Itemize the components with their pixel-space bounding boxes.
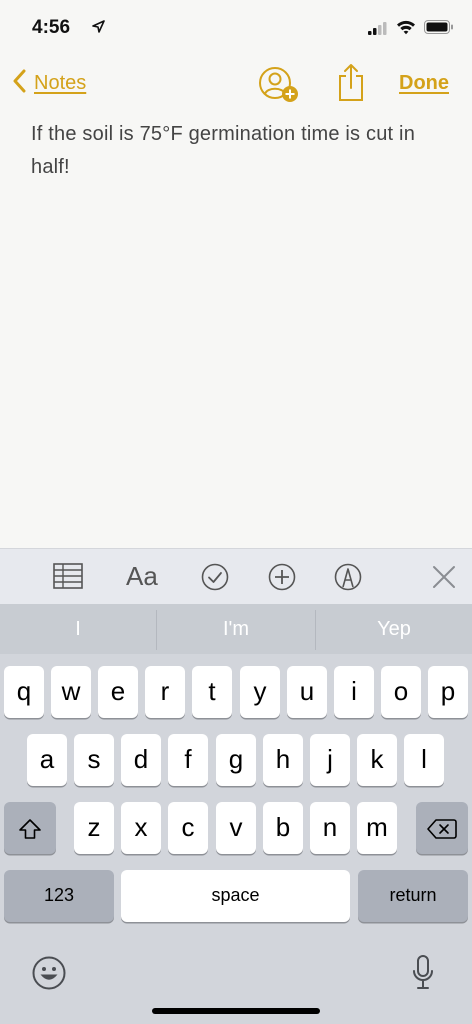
- shift-arrow-icon: [18, 812, 42, 842]
- delete-key[interactable]: [416, 802, 468, 854]
- key-w[interactable]: w: [51, 666, 91, 718]
- text-format-button[interactable]: Aa: [126, 561, 158, 592]
- format-toolbar: Aa: [0, 548, 472, 605]
- suggestion-item[interactable]: I: [0, 604, 156, 654]
- chevron-left-icon: [12, 69, 26, 98]
- home-indicator: [152, 1008, 320, 1014]
- location-arrow-icon: [92, 20, 105, 38]
- close-icon[interactable]: [432, 565, 456, 594]
- wifi-icon: [396, 19, 416, 40]
- key-s[interactable]: s: [74, 734, 114, 786]
- key-z[interactable]: z: [74, 802, 114, 854]
- checklist-icon[interactable]: [201, 563, 229, 596]
- return-key[interactable]: return: [358, 870, 468, 922]
- space-key[interactable]: space: [121, 870, 350, 922]
- key-d[interactable]: d: [121, 734, 161, 786]
- key-r[interactable]: r: [145, 666, 185, 718]
- keyboard: I I'm Yep q w e r t y u i o p a s d f g …: [0, 604, 472, 1024]
- key-q[interactable]: q: [4, 666, 44, 718]
- key-h[interactable]: h: [263, 734, 303, 786]
- microphone-icon[interactable]: [411, 954, 435, 997]
- key-u[interactable]: u: [287, 666, 327, 718]
- key-m[interactable]: m: [357, 802, 397, 854]
- battery-icon: [424, 20, 454, 39]
- back-button[interactable]: Notes: [12, 68, 86, 98]
- key-y[interactable]: y: [240, 666, 280, 718]
- key-o[interactable]: o: [381, 666, 421, 718]
- status-bar: 4:56: [0, 0, 472, 58]
- numbers-key[interactable]: 123: [4, 870, 114, 922]
- key-i[interactable]: i: [334, 666, 374, 718]
- back-label: Notes: [34, 71, 87, 94]
- key-x[interactable]: x: [121, 802, 161, 854]
- suggestion-item[interactable]: Yep: [316, 604, 472, 654]
- key-k[interactable]: k: [357, 734, 397, 786]
- key-a[interactable]: a: [27, 734, 67, 786]
- key-t[interactable]: t: [192, 666, 232, 718]
- cellular-signal-icon: [368, 22, 388, 40]
- key-e[interactable]: e: [98, 666, 138, 718]
- emoji-icon[interactable]: [32, 956, 66, 995]
- table-icon[interactable]: [53, 563, 83, 594]
- suggestion-bar: I I'm Yep: [0, 604, 472, 654]
- key-v[interactable]: v: [216, 802, 256, 854]
- share-icon[interactable]: [337, 62, 365, 107]
- suggestion-item[interactable]: I'm: [157, 604, 315, 654]
- add-attachment-icon[interactable]: [268, 563, 296, 596]
- markup-pen-icon[interactable]: [334, 563, 362, 596]
- note-body-text[interactable]: If the soil is 75°F germination time is …: [31, 118, 451, 184]
- key-j[interactable]: j: [310, 734, 350, 786]
- key-n[interactable]: n: [310, 802, 350, 854]
- key-c[interactable]: c: [168, 802, 208, 854]
- backspace-icon: [427, 812, 457, 842]
- key-p[interactable]: p: [428, 666, 468, 718]
- shift-key[interactable]: [4, 802, 56, 854]
- navigation-bar: Notes Done: [0, 58, 472, 110]
- key-g[interactable]: g: [216, 734, 256, 786]
- key-b[interactable]: b: [263, 802, 303, 854]
- add-people-button[interactable]: [258, 64, 302, 111]
- status-time: 4:56: [32, 17, 71, 38]
- done-button[interactable]: Done: [399, 72, 449, 95]
- key-l[interactable]: l: [404, 734, 444, 786]
- key-f[interactable]: f: [168, 734, 208, 786]
